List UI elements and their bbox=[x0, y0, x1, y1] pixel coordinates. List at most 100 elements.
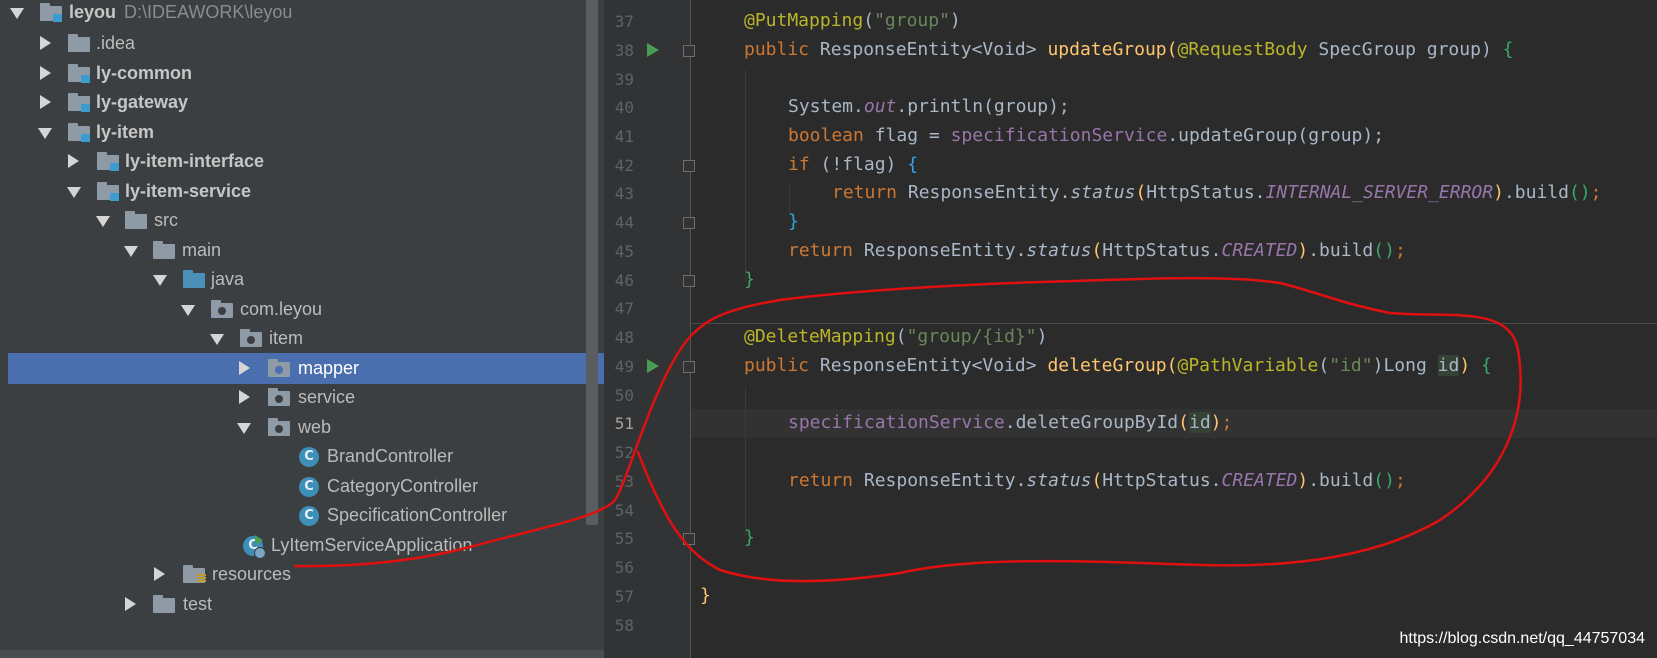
fold-marker-icon[interactable] bbox=[683, 361, 695, 373]
tree-item-specification-controller[interactable]: C SpecificationController bbox=[0, 500, 604, 531]
line-number: 42 bbox=[614, 156, 634, 175]
watermark: https://blog.csdn.net/qq_44757034 bbox=[1399, 630, 1645, 647]
tree-item-label: ly-item-interface bbox=[125, 151, 265, 171]
code-line-51[interactable]: specificationService.deleteGroupById(id)… bbox=[788, 412, 1232, 433]
run-gutter-icon[interactable] bbox=[647, 43, 659, 57]
gear-badge-icon bbox=[254, 547, 266, 559]
collapse-arrow-icon[interactable] bbox=[239, 361, 250, 375]
line-number: 39 bbox=[614, 70, 634, 89]
folder-icon bbox=[68, 34, 90, 52]
fold-marker-icon[interactable] bbox=[683, 217, 695, 229]
collapse-arrow-icon[interactable] bbox=[239, 390, 250, 404]
tree-item-ly-item[interactable]: ly-item bbox=[0, 117, 604, 148]
code-line-57[interactable]: } bbox=[700, 585, 711, 606]
code-line-49[interactable]: public ResponseEntity<Void> deleteGroup(… bbox=[744, 355, 1492, 376]
tree-item-label: main bbox=[182, 240, 222, 260]
code-line-37[interactable]: @PutMapping("group") bbox=[744, 10, 961, 31]
code-line-42[interactable]: if (!flag) { bbox=[788, 154, 918, 175]
tree-item-label: src bbox=[154, 210, 178, 230]
package-icon bbox=[268, 418, 290, 436]
tree-item-label: mapper bbox=[298, 358, 360, 378]
collapse-arrow-icon[interactable] bbox=[40, 95, 51, 109]
collapse-arrow-icon[interactable] bbox=[40, 36, 51, 50]
tree-item-ly-gateway[interactable]: ly-gateway bbox=[0, 87, 604, 118]
expand-arrow-icon[interactable] bbox=[124, 246, 138, 257]
fold-marker-icon[interactable] bbox=[683, 160, 695, 172]
expand-arrow-icon[interactable] bbox=[153, 275, 167, 286]
java-class-icon: C bbox=[299, 447, 319, 467]
expand-arrow-icon[interactable] bbox=[210, 334, 224, 345]
tree-item-label: service bbox=[298, 387, 356, 407]
tree-item-idea[interactable]: .idea bbox=[0, 28, 604, 59]
package-icon bbox=[268, 359, 290, 377]
package-icon bbox=[211, 300, 233, 318]
collapse-arrow-icon[interactable] bbox=[68, 154, 79, 168]
line-number: 43 bbox=[614, 184, 634, 203]
tree-item-label: LyItemServiceApplication bbox=[271, 535, 473, 555]
tree-item-src[interactable]: src bbox=[0, 205, 604, 236]
tree-item-label: item bbox=[269, 328, 304, 348]
tree-item-test[interactable]: test bbox=[0, 589, 604, 620]
tree-item-resources[interactable]: resources bbox=[0, 559, 604, 590]
tree-item-service[interactable]: service bbox=[0, 382, 604, 413]
expand-arrow-icon[interactable] bbox=[237, 423, 251, 434]
line-number: 37 bbox=[614, 12, 634, 31]
line-number: 40 bbox=[614, 98, 634, 117]
tree-item-item[interactable]: item bbox=[0, 323, 604, 354]
tree-item-leyou[interactable]: leyou D:\IDEAWORK\leyou bbox=[0, 0, 604, 28]
expand-arrow-icon[interactable] bbox=[181, 305, 195, 316]
tree-item-java[interactable]: java bbox=[0, 264, 604, 295]
indent-guide bbox=[745, 70, 746, 282]
collapse-arrow-icon[interactable] bbox=[125, 597, 136, 611]
line-number: 44 bbox=[614, 213, 634, 232]
java-class-icon: C bbox=[299, 477, 319, 497]
tree-item-mapper[interactable]: mapper bbox=[8, 353, 604, 384]
code-line-38[interactable]: public ResponseEntity<Void> updateGroup(… bbox=[744, 39, 1513, 60]
tree-item-ly-item-service[interactable]: ly-item-service bbox=[0, 176, 604, 207]
code-line-53[interactable]: return ResponseEntity.status(HttpStatus.… bbox=[788, 470, 1406, 491]
tree-item-label: ly-item bbox=[96, 122, 155, 142]
line-number: 56 bbox=[614, 558, 634, 577]
tree-item-ly-common[interactable]: ly-common bbox=[0, 58, 604, 89]
expand-arrow-icon[interactable] bbox=[67, 187, 81, 198]
expand-arrow-icon[interactable] bbox=[10, 8, 24, 19]
code-line-46[interactable]: } bbox=[744, 269, 755, 290]
expand-arrow-icon[interactable] bbox=[38, 128, 52, 139]
fold-marker-icon[interactable] bbox=[683, 275, 695, 287]
project-path: D:\IDEAWORK\leyou bbox=[124, 2, 293, 22]
tree-scrollbar[interactable] bbox=[586, 0, 598, 525]
code-line-41[interactable]: boolean flag = specificationService.upda… bbox=[788, 125, 1384, 146]
code-line-40[interactable]: System.out.println(group); bbox=[788, 96, 1070, 117]
collapse-arrow-icon[interactable] bbox=[154, 567, 165, 581]
collapse-arrow-icon[interactable] bbox=[40, 66, 51, 80]
run-gutter-icon[interactable] bbox=[647, 359, 659, 373]
expand-arrow-icon[interactable] bbox=[96, 216, 110, 227]
code-line-45[interactable]: return ResponseEntity.status(HttpStatus.… bbox=[788, 240, 1406, 261]
tree-item-category-controller[interactable]: C CategoryController bbox=[0, 471, 604, 502]
java-class-icon: C bbox=[299, 506, 319, 526]
line-number: 48 bbox=[614, 328, 634, 347]
tree-item-label: ly-item-service bbox=[125, 181, 252, 201]
code-line-55[interactable]: } bbox=[744, 527, 755, 548]
code-line-48[interactable]: @DeleteMapping("group/{id}") bbox=[744, 326, 1047, 347]
fold-marker-icon[interactable] bbox=[683, 45, 695, 57]
tree-item-main[interactable]: main bbox=[0, 235, 604, 266]
tree-bottom-border bbox=[0, 650, 604, 658]
folder-icon bbox=[125, 211, 147, 229]
tree-item-label: test bbox=[183, 594, 213, 614]
tree-item-web[interactable]: web bbox=[0, 412, 604, 443]
module-folder-icon bbox=[68, 93, 90, 112]
tree-item-label: ly-common bbox=[96, 63, 193, 83]
tree-item-ly-item-service-application[interactable]: C LyItemServiceApplication bbox=[0, 530, 604, 561]
tree-item-label: java bbox=[211, 269, 245, 289]
line-number: 38 bbox=[614, 41, 634, 60]
tree-item-label: resources bbox=[212, 564, 292, 584]
tree-item-label: .idea bbox=[96, 33, 136, 53]
tree-item-ly-item-interface[interactable]: ly-item-interface bbox=[0, 146, 604, 177]
line-number: 51 bbox=[614, 414, 634, 433]
tree-item-brand-controller[interactable]: C BrandController bbox=[0, 441, 604, 472]
fold-marker-icon[interactable] bbox=[683, 533, 695, 545]
tree-item-com-leyou[interactable]: com.leyou bbox=[0, 294, 604, 325]
code-line-43[interactable]: return ResponseEntity.status(HttpStatus.… bbox=[832, 182, 1602, 203]
code-line-44[interactable]: } bbox=[788, 211, 799, 232]
